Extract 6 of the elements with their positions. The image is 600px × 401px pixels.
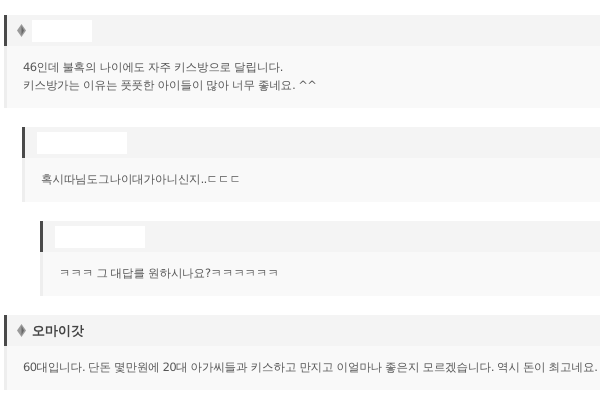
comment-text: 60대입니다. 단돈 몇만원에 20대 아가씨들과 키스하고 만지고 이얼마나 좋은지 모르겠습니다. 역시 돈이 최고네요. [23, 359, 598, 376]
comment-text: ㅋㅋㅋ 그 대답를 원하시나요?ㅋㅋㅋㅋㅋㅋ [59, 265, 279, 282]
comment-text: 46인데 불혹의 나이에도 자주 키스방으로 달립니다. [23, 59, 283, 76]
comment-text: 키스방가는 이유는 풋풋한 아이들이 많아 너무 좋네요. ^^ [23, 77, 316, 94]
author-name: 오마이갓 [32, 322, 84, 340]
comment-text: 혹시따님도그나이대가아니신지..ㄷㄷㄷ [41, 171, 241, 188]
